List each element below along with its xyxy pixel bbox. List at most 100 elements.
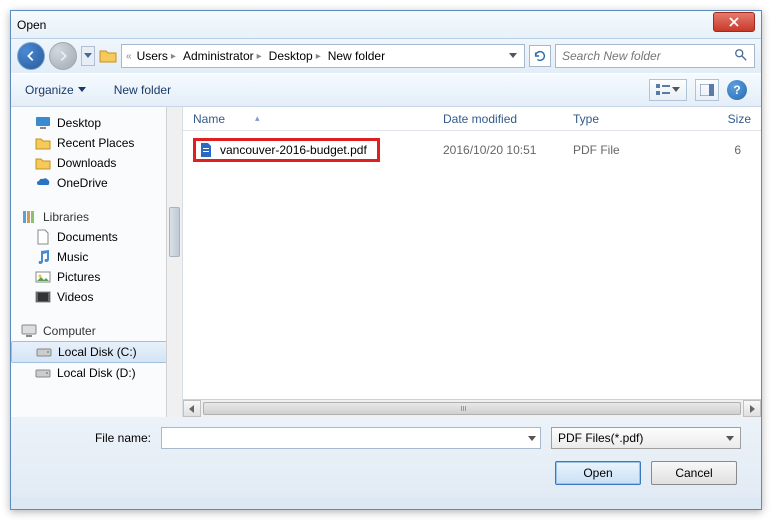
file-type-filter[interactable]: PDF Files(*.pdf) [551, 427, 741, 449]
desktop-icon [35, 115, 51, 131]
column-date-modified[interactable]: Date modified [443, 112, 573, 126]
tree-item-downloads[interactable]: Downloads [11, 153, 182, 173]
scroll-left-button[interactable] [183, 400, 201, 417]
chevron-down-icon [672, 87, 680, 93]
chevron-down-icon [84, 53, 92, 59]
breadcrumb-prefix: « [126, 51, 132, 62]
help-button[interactable]: ? [727, 80, 747, 100]
filename-label: File name: [31, 431, 151, 445]
open-button[interactable]: Open [555, 461, 641, 485]
file-list-panel: Name▴ Date modified Type Size vancouver-… [183, 107, 761, 417]
chevron-down-icon [78, 87, 86, 93]
chevron-right-icon: ▸ [316, 51, 321, 62]
refresh-button[interactable] [529, 45, 551, 67]
scrollbar-thumb[interactable] [169, 207, 180, 257]
column-name[interactable]: Name▴ [193, 112, 443, 126]
chevron-down-icon [528, 436, 536, 442]
tree-header-computer[interactable]: Computer [11, 321, 182, 341]
computer-icon [21, 323, 37, 339]
breadcrumb-bar[interactable]: « Users▸ Administrator▸ Desktop▸ New fol… [121, 44, 525, 68]
chevron-down-icon [509, 53, 517, 59]
downloads-icon [35, 155, 51, 171]
file-list[interactable]: vancouver-2016-budget.pdf 2016/10/20 10:… [183, 131, 761, 399]
body-area: Desktop Recent Places Downloads OneDrive… [11, 107, 761, 417]
close-icon [729, 17, 739, 27]
view-options-button[interactable] [649, 79, 687, 101]
tree-item-local-disk-c[interactable]: Local Disk (C:) [11, 341, 182, 363]
music-icon [35, 249, 51, 265]
pictures-icon [35, 269, 51, 285]
recent-icon [35, 135, 51, 151]
drive-icon [36, 344, 52, 360]
documents-icon [35, 229, 51, 245]
tree-item-recent-places[interactable]: Recent Places [11, 133, 182, 153]
filename-combobox[interactable] [161, 427, 541, 449]
view-icon [656, 84, 670, 96]
caret-right-icon [749, 405, 755, 413]
window-title: Open [17, 18, 46, 32]
breadcrumb-segment: Administrator▸ [181, 48, 264, 64]
tree-item-pictures[interactable]: Pictures [11, 267, 182, 287]
file-row[interactable]: vancouver-2016-budget.pdf 2016/10/20 10:… [193, 139, 751, 161]
close-button[interactable] [713, 12, 755, 32]
titlebar: Open [11, 11, 761, 39]
help-icon: ? [733, 83, 740, 97]
tree-item-desktop[interactable]: Desktop [11, 113, 182, 133]
breadcrumb-segment: Users▸ [135, 48, 178, 64]
videos-icon [35, 289, 51, 305]
bottom-panel: File name: PDF Files(*.pdf) Open Cancel [11, 417, 761, 497]
search-input[interactable] [562, 49, 734, 63]
preview-pane-button[interactable] [695, 79, 719, 101]
organize-menu[interactable]: Organize [25, 83, 86, 97]
column-headers: Name▴ Date modified Type Size [183, 107, 761, 131]
cancel-button[interactable]: Cancel [651, 461, 737, 485]
tree-item-onedrive[interactable]: OneDrive [11, 173, 182, 193]
sort-indicator-icon: ▴ [255, 113, 260, 124]
preview-pane-icon [700, 84, 714, 96]
open-file-dialog: Open « Users▸ Administrator▸ Desktop▸ Ne… [10, 10, 762, 510]
tree-header-libraries[interactable]: Libraries [11, 207, 182, 227]
tree-scrollbar[interactable] [166, 107, 182, 417]
navigation-bar: « Users▸ Administrator▸ Desktop▸ New fol… [11, 39, 761, 73]
tree-item-videos[interactable]: Videos [11, 287, 182, 307]
chevron-down-icon [726, 436, 734, 442]
search-icon [734, 48, 748, 65]
refresh-icon [533, 49, 547, 63]
navigation-tree[interactable]: Desktop Recent Places Downloads OneDrive… [11, 107, 183, 417]
scrollbar-thumb[interactable] [203, 402, 741, 415]
search-box[interactable] [555, 44, 755, 68]
horizontal-scrollbar[interactable] [183, 399, 761, 417]
pdf-file-icon [198, 142, 214, 158]
onedrive-icon [35, 175, 51, 191]
caret-left-icon [189, 405, 195, 413]
drive-icon [35, 365, 51, 381]
forward-button[interactable] [49, 42, 77, 70]
breadcrumb-segment: New folder [326, 48, 387, 64]
file-date: 2016/10/20 10:51 [443, 143, 573, 157]
history-dropdown[interactable] [81, 46, 95, 66]
new-folder-button[interactable]: New folder [114, 83, 171, 97]
chevron-right-icon: ▸ [257, 51, 262, 62]
breadcrumb-dropdown[interactable] [506, 49, 520, 63]
arrow-right-icon [56, 49, 70, 63]
column-type[interactable]: Type [573, 112, 673, 126]
file-size: 6 [673, 143, 751, 157]
filename-input[interactable] [166, 431, 528, 445]
folder-icon [99, 48, 117, 64]
tree-item-local-disk-d[interactable]: Local Disk (D:) [11, 363, 182, 383]
scroll-right-button[interactable] [743, 400, 761, 417]
tree-item-music[interactable]: Music [11, 247, 182, 267]
scrollbar-track[interactable] [201, 400, 743, 417]
toolbar: Organize New folder ? [11, 73, 761, 107]
arrow-left-icon [24, 49, 38, 63]
chevron-right-icon: ▸ [171, 51, 176, 62]
highlight-annotation: vancouver-2016-budget.pdf [193, 138, 380, 162]
tree-item-documents[interactable]: Documents [11, 227, 182, 247]
file-type: PDF File [573, 143, 673, 157]
column-size[interactable]: Size [673, 112, 761, 126]
filename-dropdown[interactable] [528, 431, 536, 445]
libraries-icon [21, 209, 37, 225]
back-button[interactable] [17, 42, 45, 70]
breadcrumb-segment: Desktop▸ [267, 48, 323, 64]
file-name: vancouver-2016-budget.pdf [220, 143, 367, 157]
